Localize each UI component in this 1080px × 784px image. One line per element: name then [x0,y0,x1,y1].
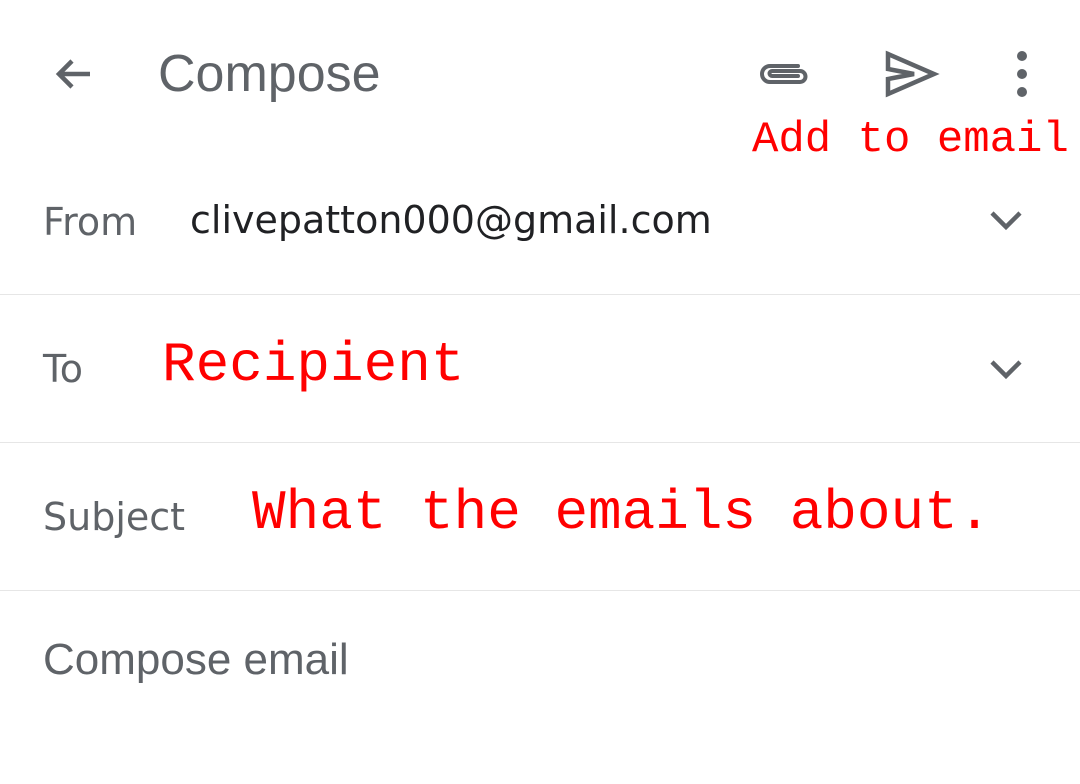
send-button[interactable] [870,34,950,114]
chevron-down-icon [990,360,1022,380]
subject-row[interactable]: Subject What the emails about. [0,443,1080,590]
back-button[interactable] [34,34,114,114]
subject-annotation[interactable]: What the emails about. [252,481,991,545]
compose-body-field[interactable]: Compose email [0,591,1080,784]
from-row: From clivepatton000@gmail.com [0,150,1080,294]
more-options-button[interactable] [982,34,1062,114]
chevron-down-icon [990,211,1022,231]
compose-body-placeholder: Compose email [43,635,349,684]
from-label: From [43,200,138,244]
attach-button[interactable] [744,34,824,114]
app-bar: Compose Add to email [0,0,1080,165]
subject-label: Subject [43,495,186,539]
to-label: To [43,347,84,391]
paperclip-icon [760,64,808,84]
from-address[interactable]: clivepatton000@gmail.com [190,198,712,242]
arrow-back-icon [55,59,90,89]
more-vert-icon [1017,51,1027,97]
to-dropdown-button[interactable] [976,339,1036,399]
to-row[interactable]: To Recipient [0,295,1080,442]
send-icon [885,50,940,98]
page-title: Compose [158,45,381,103]
from-dropdown-button[interactable] [976,190,1036,250]
recipient-annotation[interactable]: Recipient [162,333,464,397]
